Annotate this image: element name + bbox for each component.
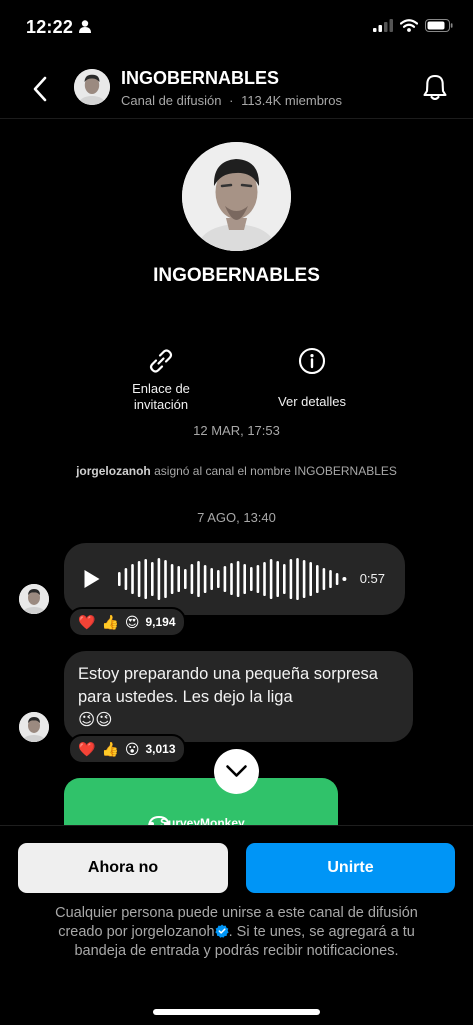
sender-avatar[interactable] — [19, 712, 49, 742]
system-text: asignó al canal el nombre INGOBERNABLES — [150, 464, 397, 478]
sender-avatar[interactable] — [19, 584, 49, 614]
disclaimer-creator: creado por jorgelozanoh — [58, 924, 215, 940]
join-button[interactable]: Unirte — [246, 843, 455, 893]
status-icons — [373, 19, 453, 32]
waveform-bar — [184, 569, 187, 589]
header-title[interactable]: INGOBERNABLES — [121, 68, 279, 89]
waveform-bar — [164, 560, 167, 598]
playhead-dot[interactable] — [342, 577, 347, 581]
chevron-down-icon — [226, 765, 247, 777]
invite-link-button[interactable]: Enlace de invitación — [121, 347, 201, 413]
waveform-bar — [329, 570, 332, 588]
bell-icon[interactable] — [421, 72, 449, 102]
waveform-bar — [236, 561, 240, 597]
scroll-down-button[interactable] — [214, 749, 259, 794]
view-details-button[interactable]: Ver detalles — [262, 347, 362, 410]
waveform-bar — [309, 562, 312, 596]
waveform-bar — [197, 561, 200, 597]
header-subtitle: Canal de difusión · 113.4K miembros — [121, 93, 342, 108]
waveform-bar — [177, 566, 180, 592]
waveform-bar — [190, 564, 194, 594]
waveform-bar — [296, 558, 299, 600]
waveform-bar — [335, 573, 339, 585]
header-avatar[interactable] — [74, 69, 110, 105]
waveform-bar — [131, 564, 134, 594]
waveform-bar — [170, 564, 174, 594]
status-time: 12:22 — [26, 17, 74, 37]
waveform-bar — [243, 564, 246, 594]
date-separator: 7 AGO, 13:40 — [197, 510, 276, 525]
waveform-bar — [302, 560, 306, 598]
waveform-bar — [322, 568, 326, 590]
heart-reaction: ❤️ — [78, 614, 96, 630]
waveform-bar — [230, 563, 233, 595]
member-count: 113.4K miembros — [241, 93, 342, 108]
battery-icon — [425, 19, 453, 32]
channel-avatar[interactable] — [182, 142, 291, 251]
waveform-bar — [151, 562, 154, 596]
system-message: jorgelozanoh asignó al canal el nombre I… — [0, 464, 473, 478]
heart-reaction: ❤️ — [78, 741, 96, 757]
wifi-icon — [400, 19, 418, 32]
waveform-bar — [289, 559, 293, 599]
disclaimer-post: . Si te unes, se agregará a tu — [228, 924, 415, 940]
thumbs-up-reaction: 👍 — [101, 741, 119, 757]
waveform-bar — [157, 558, 161, 600]
join-panel: Ahora no Unirte Cualquier persona puede … — [0, 825, 473, 1025]
waveform-bar — [283, 564, 286, 594]
verified-icon — [214, 924, 229, 938]
waveform-bar — [263, 562, 266, 596]
reactions-bar[interactable]: ❤️ 👍 😮 3,013 — [68, 734, 186, 764]
channel-header: INGOBERNABLES Canal de difusión · 113.4K… — [0, 58, 473, 119]
waveform-bar — [118, 572, 121, 586]
waveform-bar — [137, 561, 141, 597]
subtitle-separator: · — [229, 93, 234, 108]
waveform-bar — [256, 565, 260, 593]
text-message[interactable]: Estoy preparando una pequeña sorpresa pa… — [64, 651, 413, 742]
reactions-bar[interactable]: ❤️ 👍 😍 9,194 — [68, 607, 186, 637]
signal-icon — [373, 19, 393, 32]
waveform-bar — [210, 568, 213, 590]
waveform-bar — [203, 565, 207, 593]
waveform-bar — [144, 559, 147, 599]
invite-label-line2: invitación — [133, 397, 189, 412]
reaction-count: 9,194 — [145, 615, 176, 629]
system-user[interactable]: jorgelozanoh — [76, 464, 151, 478]
waveform-bar — [124, 568, 128, 590]
voice-duration: 0:57 — [359, 571, 385, 586]
message-text: Estoy preparando una pequeña sorpresa pa… — [78, 663, 403, 732]
waveform-bar — [269, 559, 273, 599]
back-icon[interactable] — [28, 74, 54, 104]
waveform-bar — [217, 570, 220, 588]
channel-name: INGOBERNABLES — [153, 265, 320, 286]
channel-kind: Canal de difusión — [121, 93, 222, 108]
link-icon — [149, 349, 173, 373]
message-body: Estoy preparando una pequeña sorpresa pa… — [78, 665, 378, 706]
date-separator: 12 MAR, 17:53 — [193, 423, 280, 438]
play-icon[interactable] — [82, 568, 102, 590]
heart-eyes-reaction: 😍 — [124, 614, 140, 630]
join-disclaimer: Cualquier persona puede unirse a este ca… — [20, 904, 453, 961]
waveform[interactable] — [118, 555, 354, 603]
message-emojis: 😉😉 — [78, 711, 113, 729]
reaction-count: 3,013 — [145, 742, 176, 756]
disclaimer-line3: bandeja de entrada y podrás recibir noti… — [74, 943, 399, 959]
waveform-bar — [250, 567, 253, 591]
voice-message[interactable]: 0:57 — [64, 543, 405, 615]
waveform-bar — [223, 566, 227, 592]
person-icon — [79, 20, 91, 33]
disclaimer-line1: Cualquier persona puede unirse a este ca… — [55, 905, 418, 921]
surprised-reaction: 😮 — [124, 741, 140, 757]
thumbs-up-reaction: 👍 — [101, 614, 119, 630]
waveform-bar — [316, 565, 319, 593]
not-now-button[interactable]: Ahora no — [18, 843, 228, 893]
info-icon — [298, 347, 326, 375]
waveform-bar — [276, 561, 279, 597]
details-label: Ver detalles — [278, 394, 346, 409]
home-indicator[interactable] — [153, 1009, 320, 1015]
invite-label-line1: Enlace de — [132, 381, 190, 396]
